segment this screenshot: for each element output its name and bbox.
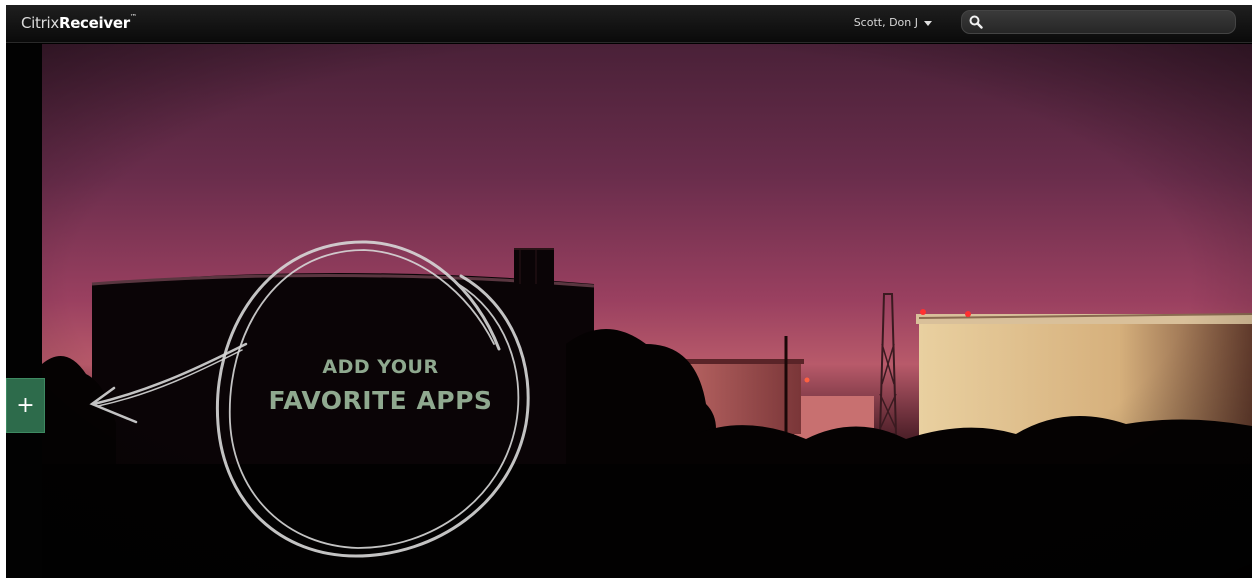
caret-down-icon [924, 20, 932, 26]
search-icon [969, 15, 983, 29]
citrix-receiver-app: CitrixReceiver™ Scott, Don J + ADD YOUR … [6, 5, 1252, 578]
promo-line-1: ADD YOUR [322, 356, 439, 378]
search-box[interactable] [961, 10, 1236, 34]
brand-trademark: ™ [129, 13, 137, 21]
citrix-receiver-logo: CitrixReceiver™ [21, 13, 137, 32]
brand-citrix: Citrix [21, 14, 59, 32]
top-bar: CitrixReceiver™ Scott, Don J [6, 5, 1252, 43]
promo-line-2: FAVORITE APPS [268, 386, 493, 415]
user-menu[interactable]: Scott, Don J [854, 16, 932, 29]
background-industrial-image [6, 44, 1252, 578]
plus-icon: + [16, 393, 35, 418]
user-name: Scott, Don J [853, 16, 918, 29]
add-favorite-apps-promo: ADD YOUR FAVORITE APPS [238, 356, 523, 415]
add-apps-button[interactable]: + [6, 378, 45, 433]
home-stage: + ADD YOUR FAVORITE APPS [6, 44, 1252, 578]
left-sidebar [6, 44, 42, 578]
brand-receiver: Receiver [58, 14, 130, 32]
search-input[interactable] [988, 13, 1228, 31]
